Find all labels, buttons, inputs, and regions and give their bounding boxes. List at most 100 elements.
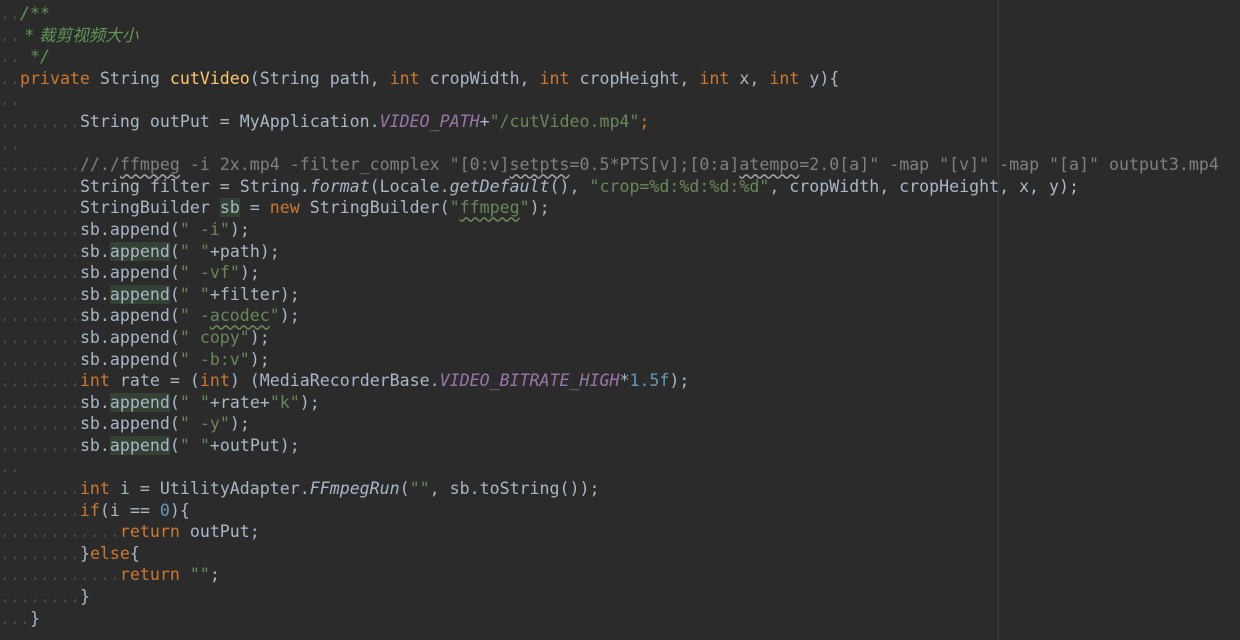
code-text: ); [279, 306, 300, 326]
code-text: sb. [79, 263, 110, 283]
code-editor[interactable]: ../** .. * 裁剪视频大小 .. */ ..private String… [0, 0, 1240, 640]
line-comment: //./ [79, 155, 120, 175]
code-line: ........sb.append(" "+outPut); [0, 435, 300, 455]
code-line: ........sb.append(" -y"); [0, 414, 250, 434]
keyword: int [389, 68, 420, 88]
code-line: ........String filter = String.format(Lo… [0, 176, 1080, 196]
number-literal: 0 [159, 500, 170, 520]
keyword: int [769, 68, 800, 88]
code-text: sb. [79, 241, 110, 261]
code-text: +filter); [209, 284, 300, 304]
code-text: (Locale. [369, 176, 450, 196]
code-line: ........}else{ [0, 543, 140, 563]
code-line: ........StringBuilder sb = new StringBui… [0, 198, 550, 218]
code-text: sb. [79, 414, 110, 434]
code-line: ..private String cutVideo(String path, i… [0, 68, 840, 88]
code-line: ........String outPut = MyApplication.VI… [0, 111, 650, 131]
code-text: sb. [79, 284, 110, 304]
code-line: .. [0, 133, 20, 153]
code-text: i = UtilityAdapter. [109, 479, 310, 499]
code-text: , sb.toString()); [429, 479, 600, 499]
line-comment: setpts [509, 155, 570, 175]
line-comment: =0.5*PTS[v];[0:a] [569, 155, 740, 175]
string-literal: " -i" [179, 219, 230, 239]
code-line: .. [0, 90, 20, 110]
code-area[interactable]: ../** .. * 裁剪视频大小 .. */ ..private String… [0, 3, 1240, 629]
code-text: ( [169, 392, 180, 412]
code-line: ........if(i == 0){ [0, 500, 190, 520]
line-comment: atempo [739, 155, 800, 175]
string-literal: " " [179, 241, 210, 261]
method-call: append [109, 435, 170, 455]
string-literal: " " [179, 392, 210, 412]
code-line: ........sb.append(" copy"); [0, 327, 270, 347]
code-text: ; [639, 111, 650, 131]
code-text: String outPut = MyApplication. [79, 111, 380, 131]
code-text: } [29, 608, 40, 628]
string-literal: " -b:v" [179, 349, 250, 369]
method-call: format [309, 176, 370, 196]
line-comment: ffmpeg [119, 155, 180, 175]
code-line: ........sb.append(" "+rate+"k"); [0, 392, 320, 412]
doc-comment: /** [19, 4, 50, 23]
code-text: String [89, 68, 170, 88]
code-text: ; [209, 565, 220, 585]
string-literal: " copy" [179, 327, 250, 347]
code-text: rate = ( [109, 371, 200, 391]
code-text: * [619, 371, 630, 391]
code-text: sb. [79, 219, 110, 239]
code-text: ( [169, 263, 180, 283]
static-field: VIDEO_PATH [379, 111, 480, 131]
code-text: sb.append( [79, 327, 180, 347]
code-text: sb.append( [79, 349, 180, 369]
code-line: ............return outPut; [0, 522, 260, 542]
method-name: cutVideo [169, 68, 250, 88]
doc-comment: */ [19, 47, 50, 67]
code-text: cropWidth, [419, 68, 540, 88]
keyword: else [89, 543, 130, 563]
keyword: return [119, 565, 180, 585]
code-text: StringBuilder( [299, 198, 450, 218]
string-literal: "" [189, 565, 210, 585]
code-text: ( [169, 241, 180, 261]
string-literal: acodec [209, 306, 270, 326]
string-literal: ffmpeg [459, 198, 520, 218]
code-line: ........sb.append(" -vf"); [0, 263, 260, 283]
code-line: ............return ""; [0, 565, 220, 585]
code-line: .. * 裁剪视频大小 [0, 25, 139, 45]
method-call: getDefault [449, 176, 550, 196]
string-literal: " -y" [179, 414, 230, 434]
keyword: if [79, 500, 100, 520]
keyword: int [79, 479, 110, 499]
code-text: ); [299, 392, 320, 412]
string-literal: " [449, 198, 460, 218]
keyword: new [269, 198, 300, 218]
code-text: sb. [79, 392, 110, 412]
string-literal: " -vf" [179, 263, 240, 283]
code-text: + [479, 111, 490, 131]
code-text: = [239, 198, 270, 218]
code-text: sb.append( [79, 306, 180, 326]
keyword: int [699, 68, 730, 88]
code-text: (String path, [249, 68, 390, 88]
code-line: ../** [0, 4, 50, 23]
keyword: private [19, 68, 90, 88]
code-text: (i == [99, 500, 160, 520]
code-line: ........sb.append(" -acodec"); [0, 306, 300, 326]
code-text: ) (MediaRecorderBase. [229, 371, 440, 391]
code-text: { [129, 543, 140, 563]
keyword: int [539, 68, 570, 88]
code-line: ........sb.append(" -i"); [0, 219, 250, 239]
code-line: ........int rate = (int) (MediaRecorderB… [0, 371, 690, 391]
code-line: ........//./ffmpeg -i 2x.mp4 -filter_com… [0, 155, 1219, 175]
string-literal: " " [179, 284, 210, 304]
code-text: sb. [79, 435, 110, 455]
code-text: y){ [799, 68, 840, 88]
method-call: append [109, 263, 170, 283]
string-literal: " [519, 198, 530, 218]
code-text: ); [229, 219, 250, 239]
code-line: ........sb.append(" -b:v"); [0, 349, 270, 369]
keyword: int [79, 371, 110, 391]
code-text: ( [169, 219, 180, 239]
